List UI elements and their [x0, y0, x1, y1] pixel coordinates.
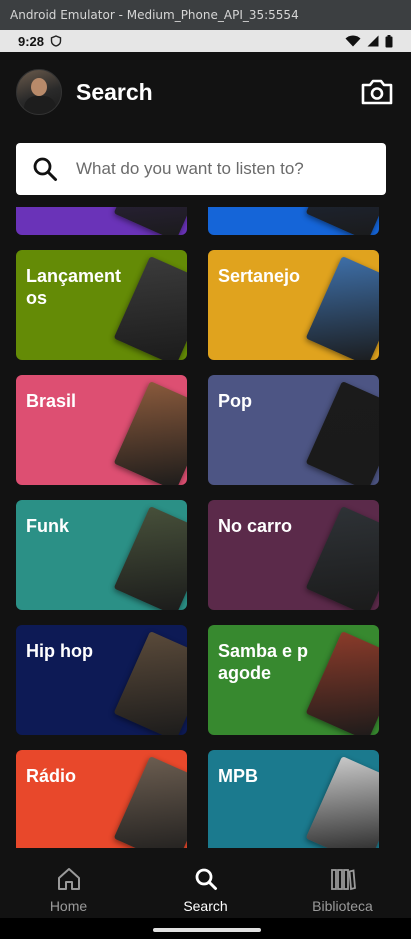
category-label: Sertanejo: [218, 266, 301, 286]
category-artwork: [305, 207, 379, 235]
nav-library[interactable]: Biblioteca: [274, 848, 411, 918]
category-artwork: [113, 207, 187, 235]
search-icon: [33, 157, 57, 181]
category-label: Brasil: [26, 391, 77, 411]
nav-home[interactable]: Home: [0, 848, 137, 918]
window-title: Android Emulator - Medium_Phone_API_35:5…: [0, 0, 411, 30]
category-tile-hip-hop[interactable]: Hip hop: [16, 625, 187, 735]
camera-icon: [361, 79, 393, 105]
category-grid: Lançamentos Sertanejo Brasil Pop Funk No…: [0, 207, 411, 848]
category-label: Samba e pagode: [218, 641, 309, 683]
wifi-icon: [345, 35, 361, 47]
status-bar: 9:28: [0, 30, 411, 52]
battery-icon: [385, 34, 393, 47]
category-label: Lançamentos: [26, 266, 122, 308]
avatar[interactable]: [16, 69, 62, 115]
category-tile-sertanejo[interactable]: Sertanejo: [208, 250, 379, 360]
category-tile[interactable]: [16, 207, 187, 235]
bottom-nav: Home Search Biblioteca: [0, 848, 411, 918]
search-input[interactable]: [76, 159, 370, 179]
shield-icon: [50, 35, 62, 47]
category-tile-lancamentos[interactable]: Lançamentos: [16, 250, 187, 360]
category-label: MPB: [218, 766, 258, 786]
category-label: Funk: [26, 516, 69, 536]
category-label: Pop: [218, 391, 252, 411]
category-tile[interactable]: [208, 207, 379, 235]
nav-home-label: Home: [49, 898, 88, 914]
cell-signal-icon: [367, 35, 379, 47]
home-gesture-bar[interactable]: [153, 928, 261, 932]
category-tile-radio[interactable]: Rádio: [16, 750, 187, 848]
search-field[interactable]: [16, 143, 386, 195]
category-tile-funk[interactable]: Funk: [16, 500, 187, 610]
status-time: 9:28: [18, 33, 45, 49]
search-icon: [195, 868, 217, 890]
app-header: Search: [0, 52, 411, 132]
category-label: Rádio: [26, 766, 77, 786]
nav-search-label: Search: [183, 898, 228, 914]
page-title: Search: [76, 78, 153, 105]
nav-library-label: Biblioteca: [312, 898, 373, 914]
category-label: Hip hop: [26, 641, 93, 661]
category-tile-brasil[interactable]: Brasil: [16, 375, 187, 485]
category-tile-mpb[interactable]: MPB: [208, 750, 379, 848]
category-tile-pop[interactable]: Pop: [208, 375, 379, 485]
camera-button[interactable]: [359, 74, 395, 110]
category-tile-samba-e-pagode[interactable]: Samba e pagode: [208, 625, 379, 735]
nav-search[interactable]: Search: [137, 848, 274, 918]
category-label: No carro: [218, 516, 293, 536]
library-icon: [330, 869, 356, 891]
category-tile-no-carro[interactable]: No carro: [208, 500, 379, 610]
home-icon: [57, 868, 80, 890]
